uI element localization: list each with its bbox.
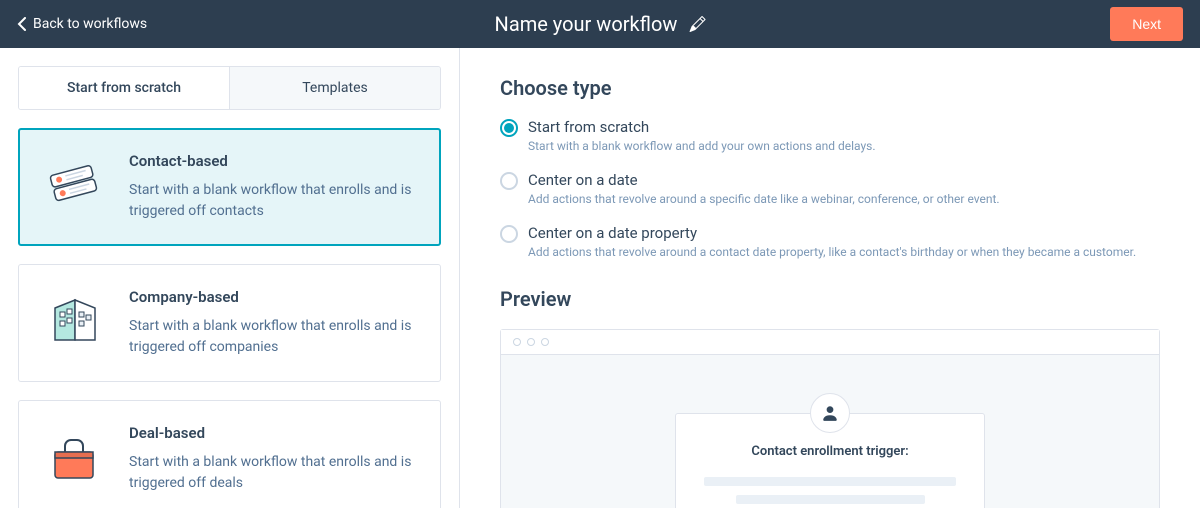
radio-button[interactable]: [500, 172, 518, 190]
window-dot: [541, 338, 549, 346]
company-icon: [41, 288, 107, 354]
window-dot: [527, 338, 535, 346]
trigger-title: Contact enrollment trigger:: [704, 444, 956, 459]
radio-group: Start from scratch Start with a blank wo…: [500, 118, 1160, 259]
avatar-circle: [810, 393, 850, 433]
radio-label: Start from scratch: [528, 118, 876, 136]
radio-center-on-date[interactable]: Center on a date Add actions that revolv…: [500, 171, 1160, 206]
contact-icon: [41, 152, 107, 218]
preview-body: Contact enrollment trigger:: [501, 355, 1159, 508]
preview-window-dots: [501, 330, 1159, 355]
main-content: Start from scratch Templates Contact-bas…: [0, 48, 1200, 508]
tabs: Start from scratch Templates: [18, 66, 441, 110]
right-panel: Choose type Start from scratch Start wit…: [460, 48, 1200, 508]
radio-start-from-scratch[interactable]: Start from scratch Start with a blank wo…: [500, 118, 1160, 153]
preview-box: Contact enrollment trigger:: [500, 329, 1160, 508]
pencil-icon[interactable]: [689, 16, 705, 32]
card-desc: Start with a blank workflow that enrolls…: [129, 452, 418, 494]
tab-templates[interactable]: Templates: [230, 67, 440, 109]
tab-start-from-scratch[interactable]: Start from scratch: [19, 67, 230, 109]
radio-text: Center on a date Add actions that revolv…: [528, 171, 1000, 206]
radio-text: Center on a date property Add actions th…: [528, 224, 1136, 259]
card-title: Deal-based: [129, 424, 418, 442]
next-button[interactable]: Next: [1110, 7, 1183, 41]
radio-desc: Add actions that revolve around a contac…: [528, 245, 1136, 259]
card-desc: Start with a blank workflow that enrolls…: [129, 180, 418, 222]
card-title: Company-based: [129, 288, 418, 306]
radio-text: Start from scratch Start with a blank wo…: [528, 118, 876, 153]
card-content: Contact-based Start with a blank workflo…: [129, 152, 418, 222]
left-panel: Start from scratch Templates Contact-bas…: [0, 48, 460, 508]
card-contact-based[interactable]: Contact-based Start with a blank workflo…: [18, 128, 441, 246]
card-deal-based[interactable]: Deal-based Start with a blank workflow t…: [18, 400, 441, 508]
card-company-based[interactable]: Company-based Start with a blank workflo…: [18, 264, 441, 382]
page-title: Name your workflow: [495, 12, 678, 36]
radio-center-on-date-property[interactable]: Center on a date property Add actions th…: [500, 224, 1160, 259]
back-link[interactable]: Back to workflows: [17, 16, 147, 32]
card-content: Deal-based Start with a blank workflow t…: [129, 424, 418, 494]
choose-type-heading: Choose type: [500, 76, 1160, 100]
card-content: Company-based Start with a blank workflo…: [129, 288, 418, 358]
skeleton-line: [704, 477, 956, 486]
header-bar: Back to workflows Name your workflow Nex…: [0, 0, 1200, 48]
chevron-left-icon: [17, 17, 27, 31]
radio-desc: Start with a blank workflow and add your…: [528, 139, 876, 153]
radio-desc: Add actions that revolve around a specif…: [528, 192, 1000, 206]
skeleton-line: [736, 495, 925, 504]
deal-icon: [41, 424, 107, 490]
person-icon: [821, 404, 839, 422]
preview-heading: Preview: [500, 287, 1160, 311]
radio-label: Center on a date: [528, 171, 1000, 189]
window-dot: [513, 338, 521, 346]
radio-button[interactable]: [500, 225, 518, 243]
card-title: Contact-based: [129, 152, 418, 170]
radio-label: Center on a date property: [528, 224, 1136, 242]
title-wrap: Name your workflow: [495, 12, 706, 36]
card-desc: Start with a blank workflow that enrolls…: [129, 316, 418, 358]
back-label: Back to workflows: [33, 16, 147, 32]
radio-button[interactable]: [500, 119, 518, 137]
workflow-type-cards: Contact-based Start with a blank workflo…: [18, 128, 441, 508]
